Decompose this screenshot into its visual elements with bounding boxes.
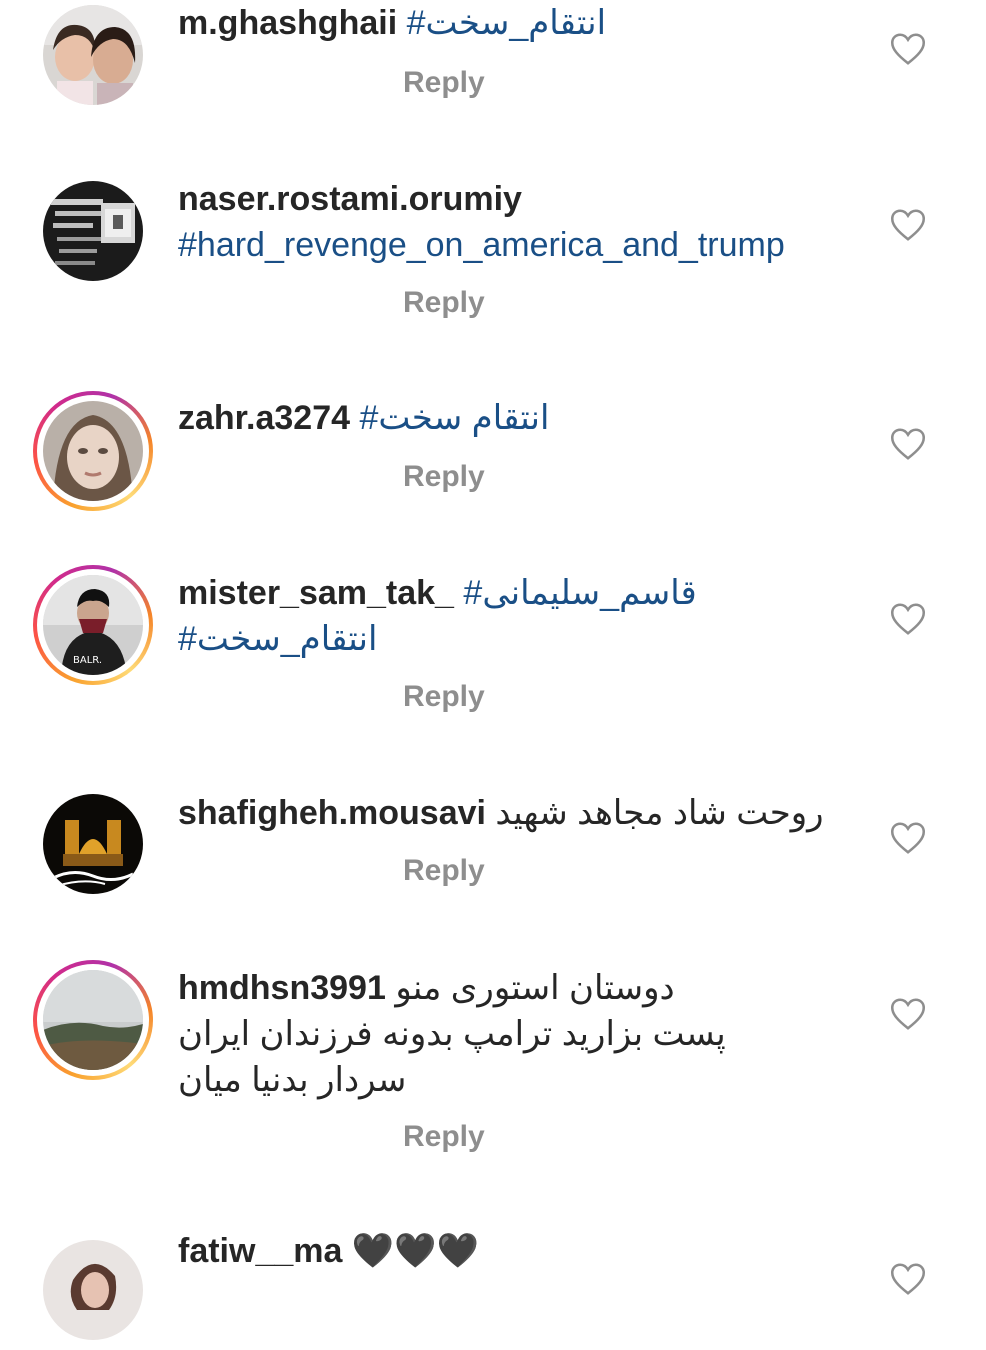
avatar: [43, 970, 143, 1070]
reply-button[interactable]: Reply: [403, 1120, 485, 1154]
avatar: [43, 794, 143, 894]
avatar-story-ring[interactable]: [33, 391, 153, 511]
comment-text: پست بزارید ترامپ بدونه فرزندان ایران: [178, 1015, 726, 1053]
comment-username[interactable]: shafigheh.mousavi: [178, 794, 486, 832]
avatar: [43, 181, 143, 281]
heart-outline-icon[interactable]: [890, 602, 926, 636]
reply-button[interactable]: Reply: [403, 680, 485, 714]
avatar: [43, 401, 143, 501]
comment-text: 🖤🖤🖤: [351, 1232, 479, 1270]
avatar-button[interactable]: [33, 171, 153, 291]
comment-hashtag[interactable]: #انتقام سخت: [359, 399, 549, 437]
avatar-button[interactable]: [33, 0, 153, 115]
comment-hashtag[interactable]: #انتقام_سخت: [407, 4, 606, 42]
comment-text: دوستان استوری منو: [395, 969, 675, 1007]
avatar-shirt-text: BALR.: [73, 655, 102, 666]
avatar-story-ring[interactable]: [33, 960, 153, 1080]
heart-outline-icon[interactable]: [890, 32, 926, 66]
heart-outline-icon[interactable]: [890, 997, 926, 1031]
comment-username[interactable]: hmdhsn3991: [178, 969, 386, 1007]
heart-outline-icon[interactable]: [890, 821, 926, 855]
comment-hashtag[interactable]: #انتقام_سخت: [178, 620, 377, 658]
avatar: BALR.: [43, 575, 143, 675]
avatar-button[interactable]: [33, 1230, 153, 1350]
heart-outline-icon[interactable]: [890, 208, 926, 242]
avatar: [43, 5, 143, 105]
comment-hashtag[interactable]: #قاسم_سلیمانی: [463, 574, 696, 612]
reply-button[interactable]: Reply: [403, 854, 485, 888]
avatar: [43, 1240, 143, 1340]
comment-text: سردار بدنیا میان: [178, 1061, 407, 1099]
comment-text: روحت شاد مجاهد شهید: [495, 794, 824, 832]
reply-button[interactable]: Reply: [403, 66, 485, 100]
comment-username[interactable]: naser.rostami.orumiy: [178, 180, 522, 218]
comment-username[interactable]: fatiw__ma: [178, 1232, 342, 1270]
avatar-button[interactable]: [33, 784, 153, 904]
avatar-story-ring[interactable]: BALR.: [33, 565, 153, 685]
comment-username[interactable]: zahr.a3274: [178, 399, 350, 437]
heart-outline-icon[interactable]: [890, 1262, 926, 1296]
comment-username[interactable]: mister_sam_tak_: [178, 574, 454, 612]
reply-button[interactable]: Reply: [403, 286, 485, 320]
reply-button[interactable]: Reply: [403, 460, 485, 494]
heart-outline-icon[interactable]: [890, 427, 926, 461]
comment-username[interactable]: m.ghashghaii: [178, 4, 397, 42]
comment-hashtag[interactable]: #hard_revenge_on_america_and_trump: [178, 226, 785, 264]
